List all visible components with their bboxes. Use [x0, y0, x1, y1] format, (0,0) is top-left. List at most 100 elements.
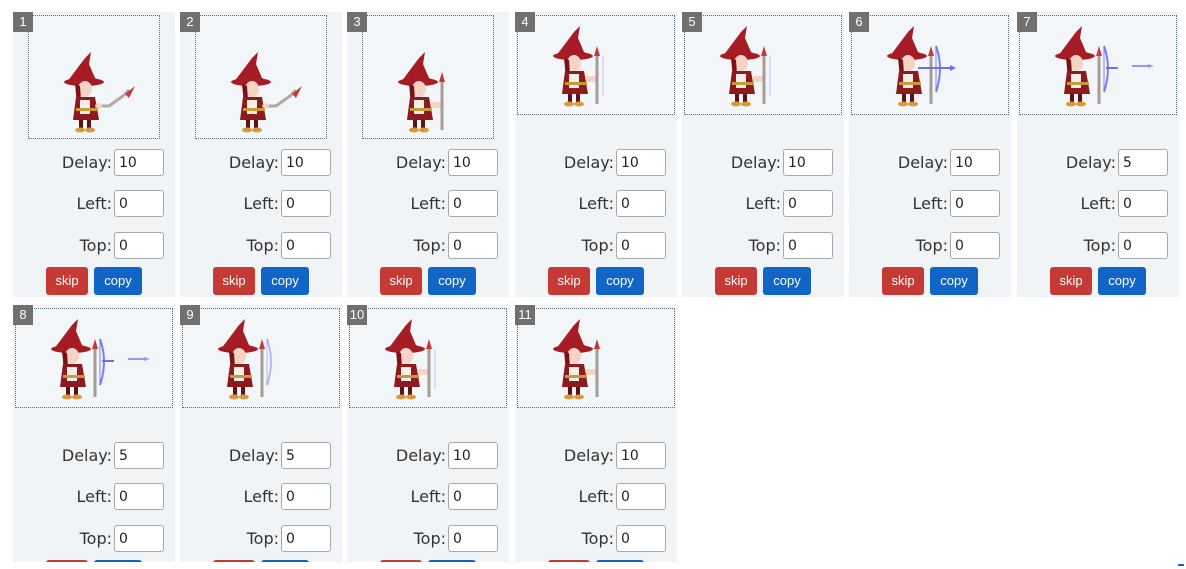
- top-field: Top:: [515, 232, 677, 260]
- frame-actions: skip copy: [180, 560, 342, 562]
- skip-button[interactable]: skip: [46, 560, 88, 562]
- top-label: Top:: [413, 529, 446, 548]
- skip-button[interactable]: skip: [882, 267, 924, 295]
- copy-button[interactable]: copy: [261, 560, 309, 562]
- delay-input[interactable]: [1118, 149, 1168, 176]
- skip-button[interactable]: skip: [213, 560, 255, 562]
- frame-number-badge: 11: [515, 305, 535, 325]
- frame-preview[interactable]: [182, 308, 340, 408]
- top-input[interactable]: [950, 232, 1000, 259]
- delay-input[interactable]: [616, 149, 666, 176]
- left-field: Left:: [180, 483, 342, 511]
- delay-label: Delay:: [563, 153, 614, 172]
- left-label: Left:: [243, 194, 280, 213]
- left-input[interactable]: [281, 483, 331, 510]
- delay-label: Delay:: [61, 446, 112, 465]
- delay-input[interactable]: [281, 149, 331, 176]
- top-input[interactable]: [281, 525, 331, 552]
- copy-button[interactable]: copy: [596, 267, 644, 295]
- frame-number-badge: 8: [13, 305, 33, 325]
- frame-preview[interactable]: [28, 15, 160, 139]
- frame-preview[interactable]: [517, 15, 675, 115]
- skip-button[interactable]: skip: [380, 267, 422, 295]
- mage-sprite: [64, 52, 135, 133]
- top-input[interactable]: [114, 232, 164, 259]
- mage-sprite: [887, 26, 956, 107]
- delay-input[interactable]: [448, 149, 498, 176]
- top-input[interactable]: [114, 525, 164, 552]
- skip-button[interactable]: skip: [715, 267, 757, 295]
- left-input[interactable]: [783, 190, 833, 217]
- top-input[interactable]: [1118, 232, 1168, 259]
- left-label: Left:: [578, 194, 615, 213]
- left-field: Left:: [180, 190, 342, 218]
- frame-preview[interactable]: [851, 15, 1009, 115]
- mage-sprite: [553, 319, 600, 400]
- frame-actions: skipcopy: [682, 267, 844, 295]
- skip-button[interactable]: skip: [548, 560, 590, 562]
- skip-button[interactable]: skip: [548, 267, 590, 295]
- left-input[interactable]: [448, 190, 498, 217]
- top-field: Top:: [13, 525, 175, 553]
- copy-button[interactable]: copy: [930, 267, 978, 295]
- frame-preview[interactable]: [517, 308, 675, 408]
- top-input[interactable]: [783, 232, 833, 259]
- left-input[interactable]: [281, 190, 331, 217]
- delay-input[interactable]: [950, 149, 1000, 176]
- frame-card: 9 Delay: Left: Top: skip copy: [180, 305, 342, 562]
- copy-button[interactable]: copy: [428, 560, 476, 562]
- frame-actions: skipcopy: [13, 267, 175, 295]
- frame-preview[interactable]: [362, 15, 494, 139]
- copy-button[interactable]: copy: [763, 267, 811, 295]
- top-input[interactable]: [616, 232, 666, 259]
- top-field: Top:: [180, 232, 342, 260]
- copy-button[interactable]: copy: [428, 267, 476, 295]
- top-input[interactable]: [281, 232, 331, 259]
- frame-preview[interactable]: [684, 15, 842, 115]
- top-input[interactable]: [616, 525, 666, 552]
- delay-label: Delay:: [228, 153, 279, 172]
- copy-button[interactable]: copy: [261, 267, 309, 295]
- frame-preview[interactable]: [15, 308, 173, 408]
- mage-sprite: [1055, 26, 1154, 107]
- frame-preview[interactable]: [349, 308, 507, 408]
- left-input[interactable]: [1118, 190, 1168, 217]
- copy-button[interactable]: copy: [94, 267, 142, 295]
- copy-button[interactable]: copy: [1098, 267, 1146, 295]
- skip-button[interactable]: skip: [380, 560, 422, 562]
- left-label: Left:: [410, 487, 447, 506]
- copy-button[interactable]: copy: [94, 560, 142, 562]
- left-input[interactable]: [114, 483, 164, 510]
- delay-field: Delay:: [13, 149, 175, 177]
- frame-card: 2 Delay: Left: Top: skipcopy: [180, 12, 342, 297]
- mage-sprite: [218, 319, 272, 400]
- skip-button[interactable]: skip: [213, 267, 255, 295]
- frame-number-badge: 6: [849, 12, 869, 32]
- top-input[interactable]: [448, 232, 498, 259]
- left-input[interactable]: [616, 190, 666, 217]
- delay-label: Delay:: [228, 446, 279, 465]
- left-input[interactable]: [950, 190, 1000, 217]
- left-field: Left:: [515, 483, 677, 511]
- delay-input[interactable]: [281, 442, 331, 469]
- delay-input[interactable]: [114, 442, 164, 469]
- copy-button[interactable]: copy: [596, 560, 644, 562]
- delay-input[interactable]: [448, 442, 498, 469]
- skip-button[interactable]: skip: [1050, 267, 1092, 295]
- delay-input[interactable]: [616, 442, 666, 469]
- left-input[interactable]: [616, 483, 666, 510]
- delay-field: Delay:: [347, 442, 509, 470]
- frame-preview[interactable]: [195, 15, 327, 139]
- top-label: Top:: [413, 236, 446, 255]
- top-input[interactable]: [448, 525, 498, 552]
- mage-sprite: [231, 52, 302, 133]
- frame-preview[interactable]: [1019, 15, 1177, 115]
- left-input[interactable]: [114, 190, 164, 217]
- delay-input[interactable]: [114, 149, 164, 176]
- scroll-indicator[interactable]: [1178, 564, 1184, 566]
- left-input[interactable]: [448, 483, 498, 510]
- delay-input[interactable]: [783, 149, 833, 176]
- skip-button[interactable]: skip: [46, 267, 88, 295]
- frame-number-badge: 9: [180, 305, 200, 325]
- frame-actions: skipcopy: [1017, 267, 1179, 295]
